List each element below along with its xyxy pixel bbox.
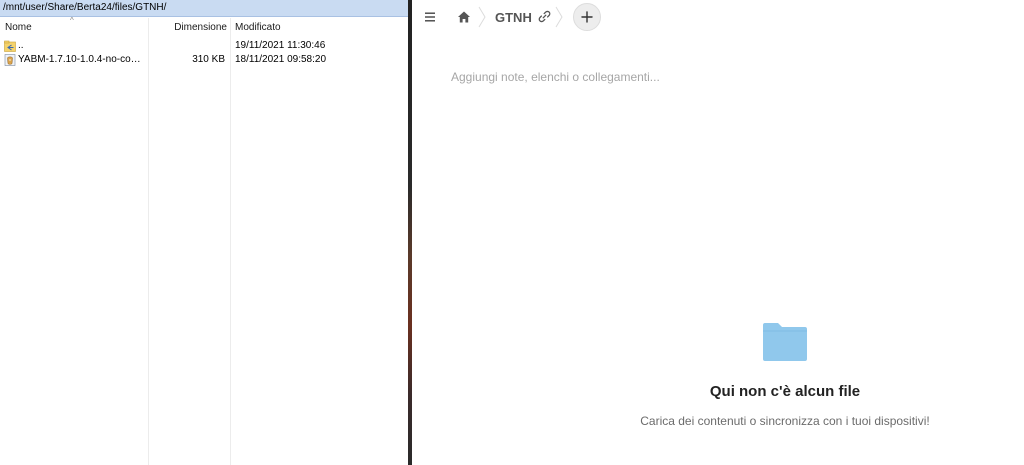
file-modified: 19/11/2021 11:30:46 xyxy=(235,40,326,51)
new-item-button[interactable] xyxy=(573,3,601,31)
breadcrumb-current-folder[interactable]: GTNH xyxy=(495,10,532,26)
sort-ascending-icon: ^ xyxy=(70,16,74,25)
breadcrumb-separator-icon xyxy=(555,6,563,28)
nextcloud-files-pane: GTNH Aggiungi note, elenchi o collegamen… xyxy=(412,0,1024,465)
share-link-icon[interactable] xyxy=(538,10,551,23)
empty-state-subtitle: Carica dei contenuti o sincronizza con i… xyxy=(640,414,930,428)
column-header-size[interactable]: Dimensione xyxy=(150,18,227,37)
folder-icon xyxy=(763,323,807,361)
table-row-file[interactable]: YABM-1.7.10-1.0.4-no-compr... 310 KB 18/… xyxy=(0,53,408,67)
plus-icon xyxy=(581,11,593,23)
column-header-modified[interactable]: Modificato xyxy=(235,18,385,37)
file-size: 310 KB xyxy=(192,54,225,65)
empty-state-title: Qui non c'è alcun file xyxy=(709,383,861,400)
home-icon[interactable] xyxy=(457,10,471,24)
folder-notes-input[interactable]: Aggiungi note, elenchi o collegamenti... xyxy=(451,69,660,85)
file-name: .. xyxy=(18,40,24,51)
jar-file-icon xyxy=(4,54,16,66)
column-divider xyxy=(230,18,231,465)
file-manager-pane: /mnt/user/Share/Berta24/files/GTNH/ Nome… xyxy=(0,0,408,465)
current-path: /mnt/user/Share/Berta24/files/GTNH/ xyxy=(3,2,167,13)
breadcrumb-separator-icon xyxy=(478,6,486,28)
table-row-parent[interactable]: .. 19/11/2021 11:30:46 xyxy=(0,39,408,53)
path-bar[interactable]: /mnt/user/Share/Berta24/files/GTNH/ xyxy=(0,0,408,17)
column-header-name[interactable]: Nome xyxy=(5,18,145,37)
menu-icon[interactable] xyxy=(424,11,436,23)
column-divider xyxy=(148,18,149,465)
file-name: YABM-1.7.10-1.0.4-no-compr... xyxy=(18,54,148,65)
parent-folder-icon xyxy=(4,40,16,52)
file-modified: 18/11/2021 09:58:20 xyxy=(235,54,327,65)
